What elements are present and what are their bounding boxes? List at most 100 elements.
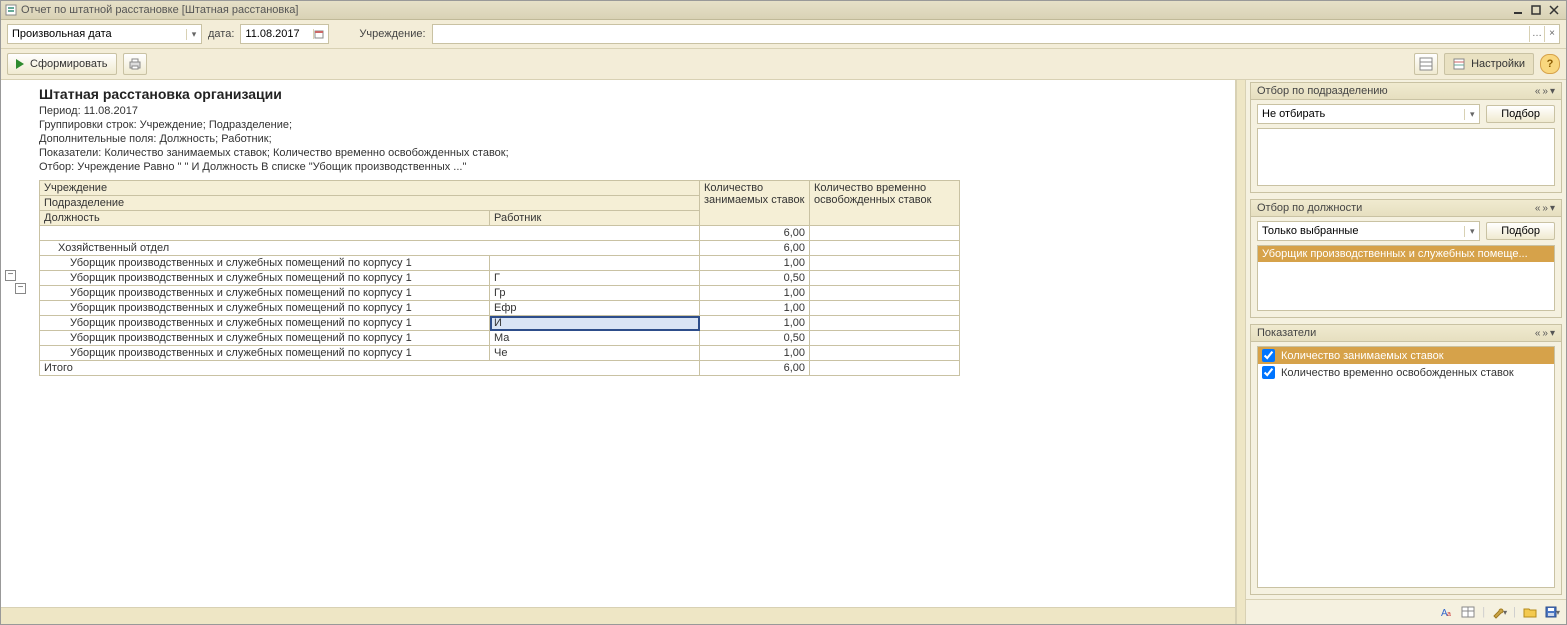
- indicator-row[interactable]: Количество занимаемых ставок: [1258, 347, 1554, 364]
- chevron-down-icon[interactable]: ▾: [1464, 226, 1479, 237]
- total-label: Итого: [40, 361, 700, 376]
- table-row[interactable]: Уборщик производственных и служебных пом…: [40, 346, 960, 361]
- institution-input[interactable]: [433, 26, 1529, 42]
- tree-collapse-level2[interactable]: −: [15, 283, 26, 294]
- font-settings-icon[interactable]: Aa: [1438, 604, 1454, 620]
- table-row[interactable]: Уборщик производственных и служебных пом…: [40, 271, 960, 286]
- total-row[interactable]: Итого 6,00: [40, 361, 960, 376]
- panel-title-subdiv: Отбор по подразделению: [1257, 85, 1388, 97]
- cell-col1: 1,00: [700, 256, 810, 271]
- table-settings-icon[interactable]: [1460, 604, 1476, 620]
- cell-position: Уборщик производственных и служебных пом…: [40, 316, 490, 331]
- tree-collapse-level1[interactable]: −: [5, 270, 16, 281]
- header-worker: Работник: [490, 211, 700, 226]
- save-icon[interactable]: ▾: [1544, 604, 1560, 620]
- toolbar-period: ▾ дата: Учреждение: … ×: [1, 20, 1566, 49]
- help-button[interactable]: ?: [1540, 54, 1560, 74]
- header-subdivision: Подразделение: [40, 196, 700, 211]
- panel-close-icon[interactable]: ▾: [1550, 328, 1555, 339]
- period-mode-input[interactable]: [8, 26, 186, 42]
- table-row[interactable]: Уборщик производственных и служебных пом…: [40, 331, 960, 346]
- panel-close-icon[interactable]: ▾: [1550, 203, 1555, 214]
- clear-icon[interactable]: ×: [1544, 26, 1559, 42]
- indicator-row[interactable]: Количество временно освобожденных ставок: [1258, 364, 1554, 381]
- cell-worker: Че: [490, 346, 700, 361]
- panel-collapse-right-icon[interactable]: »: [1542, 86, 1548, 97]
- meta-extra-fields: Дополнительные поля: Должность; Работник…: [39, 132, 1225, 146]
- report-meta: Период: 11.08.2017 Группировки строк: Уч…: [39, 104, 1225, 174]
- panel-collapse-left-icon[interactable]: «: [1535, 203, 1541, 214]
- date-input[interactable]: [241, 26, 313, 42]
- subdiv-pick-button[interactable]: Подбор: [1486, 105, 1555, 123]
- panel-collapse-left-icon[interactable]: «: [1535, 328, 1541, 339]
- maximize-button[interactable]: [1528, 3, 1544, 17]
- position-pick-button[interactable]: Подбор: [1486, 222, 1555, 240]
- institution-field[interactable]: … ×: [432, 24, 1560, 44]
- report-content: Штатная расстановка организации Период: …: [1, 80, 1235, 382]
- cell-col2: [810, 286, 960, 301]
- group-cell-col2: [810, 226, 960, 241]
- panel-collapse-left-icon[interactable]: «: [1535, 86, 1541, 97]
- subdiv-pick-list[interactable]: [1257, 128, 1555, 186]
- chevron-down-icon[interactable]: ▾: [1464, 109, 1479, 120]
- cell-position: Уборщик производственных и служебных пом…: [40, 301, 490, 316]
- cell-worker: [490, 256, 700, 271]
- ellipsis-icon[interactable]: …: [1529, 26, 1544, 42]
- panel-indicators: Показатели « » ▾ Количество занимаемых с…: [1250, 324, 1562, 595]
- table-row[interactable]: Уборщик производственных и служебных пом…: [40, 286, 960, 301]
- cell-position: Уборщик производственных и служебных пом…: [40, 271, 490, 286]
- group-cell-institution: [40, 226, 700, 241]
- cell-worker-selected[interactable]: И: [490, 316, 700, 331]
- panel-collapse-right-icon[interactable]: »: [1542, 203, 1548, 214]
- wrench-icon[interactable]: ▾: [1491, 604, 1507, 620]
- panel-header-position: Отбор по должности « » ▾: [1251, 200, 1561, 217]
- vertical-splitter[interactable]: [1236, 80, 1246, 624]
- minimize-button[interactable]: [1510, 3, 1526, 17]
- panel-position-filter: Отбор по должности « » ▾ ▾ Подбор Уборщи…: [1250, 199, 1562, 318]
- date-field[interactable]: [240, 24, 329, 44]
- chevron-down-icon[interactable]: ▾: [186, 29, 201, 40]
- cell-worker: Гр: [490, 286, 700, 301]
- play-icon: [16, 59, 24, 69]
- table-row[interactable]: Уборщик производственных и служебных пом…: [40, 301, 960, 316]
- header-col1: Количество занимаемых ставок: [700, 181, 810, 226]
- position-mode-combo[interactable]: ▾: [1257, 221, 1480, 241]
- calendar-icon[interactable]: [313, 29, 328, 39]
- position-mode-input[interactable]: [1258, 223, 1464, 239]
- table-row[interactable]: Уборщик производственных и служебных пом…: [40, 316, 960, 331]
- cell-col2: [810, 256, 960, 271]
- print-button[interactable]: [123, 53, 147, 75]
- svg-text:a: a: [1447, 611, 1451, 618]
- cell-col1: 1,00: [700, 316, 810, 331]
- generate-button[interactable]: Сформировать: [7, 53, 117, 75]
- indicators-list[interactable]: Количество занимаемых ставок Количество …: [1257, 346, 1555, 588]
- cell-col1: 0,50: [700, 271, 810, 286]
- date-label: дата:: [208, 28, 234, 40]
- app-icon: [5, 4, 17, 16]
- panel-close-icon[interactable]: ▾: [1550, 86, 1555, 97]
- cell-col2: [810, 346, 960, 361]
- cell-col1: 1,00: [700, 346, 810, 361]
- panel-collapse-right-icon[interactable]: »: [1542, 328, 1548, 339]
- group-row-subdivision[interactable]: Хозяйственный отдел 6,00: [40, 241, 960, 256]
- position-pick-list[interactable]: Уборщик производственных и служебных пом…: [1257, 245, 1555, 311]
- grid-view-button[interactable]: [1414, 53, 1438, 75]
- period-mode-combo[interactable]: ▾: [7, 24, 202, 44]
- group-row-institution[interactable]: 6,00: [40, 226, 960, 241]
- indicator-checkbox[interactable]: [1262, 366, 1275, 379]
- subdiv-mode-combo[interactable]: ▾: [1257, 104, 1480, 124]
- indicator-label: Количество временно освобожденных ставок: [1281, 367, 1514, 379]
- folder-open-icon[interactable]: [1522, 604, 1538, 620]
- close-button[interactable]: [1546, 3, 1562, 17]
- report-scroll[interactable]: − − Штатная расстановка организации Пери…: [1, 80, 1235, 607]
- panel-position-controls: ▾ Подбор: [1251, 217, 1561, 245]
- subdiv-mode-input[interactable]: [1258, 106, 1464, 122]
- position-list-item[interactable]: Уборщик производственных и служебных пом…: [1258, 246, 1554, 262]
- table-row[interactable]: Уборщик производственных и служебных пом…: [40, 256, 960, 271]
- indicator-checkbox[interactable]: [1262, 349, 1275, 362]
- settings-button[interactable]: Настройки: [1444, 53, 1534, 75]
- cell-col2: [810, 331, 960, 346]
- horizontal-scrollbar[interactable]: [1, 607, 1235, 624]
- tree-gutter: − −: [5, 270, 26, 296]
- panel-subdivision-filter: Отбор по подразделению « » ▾ ▾ Подбор: [1250, 82, 1562, 193]
